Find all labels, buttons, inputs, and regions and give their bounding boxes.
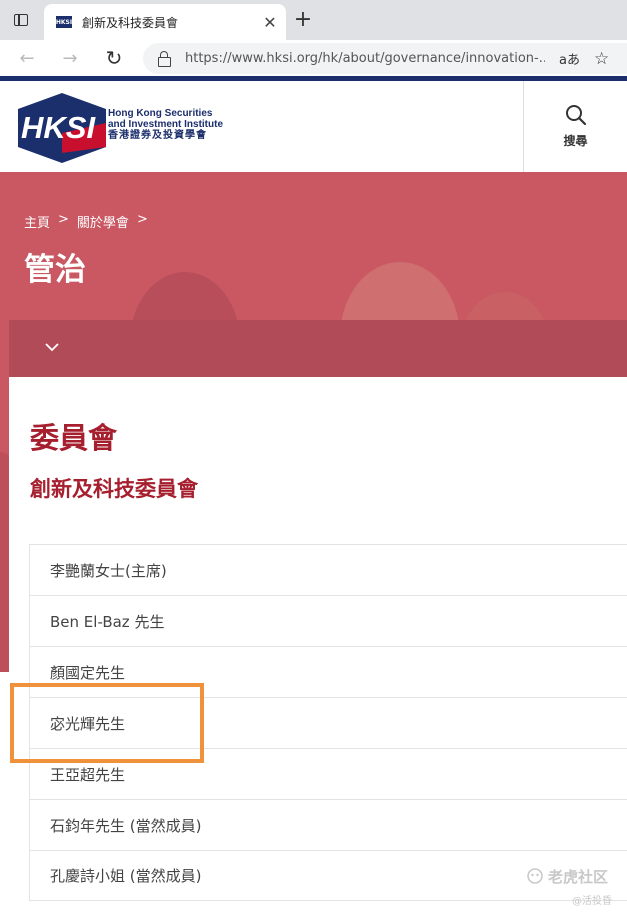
search-label: 搜尋 [563, 134, 588, 148]
logo-text: Hong Kong Securities and Investment Inst… [108, 108, 223, 142]
sub-nav-toggle[interactable] [9, 320, 627, 377]
back-arrow-icon[interactable]: ← [14, 46, 40, 70]
member-item: 李艷蘭女士(主席) [29, 544, 627, 595]
watermark-main: 老虎社区 [548, 868, 609, 886]
logo-name-zh: 香港證券及投資學會 [108, 130, 207, 141]
watermark: 老虎社区 @活投昏 [526, 866, 622, 910]
site-header: HKSI Hong Kong Securities and Investment… [0, 81, 627, 172]
tiger-logo-icon [527, 868, 543, 884]
chevron-down-icon [45, 343, 59, 352]
content-card: 委員會 創新及科技委員會 李艷蘭女士(主席) Ben El-Baz 先生 顏國定… [9, 377, 627, 914]
search-button[interactable]: 搜尋 [523, 81, 627, 172]
breadcrumb-separator: > [58, 212, 69, 227]
hksi-logo[interactable]: HKSI Hong Kong Securities and Investment… [18, 93, 238, 163]
logo-name-en-2: and Investment Institute [108, 119, 224, 130]
breadcrumb: 主頁 > 關於學會 > [24, 212, 148, 231]
member-item: Ben El-Baz 先生 [29, 595, 627, 646]
new-tab-button[interactable]: + [292, 9, 314, 31]
page-title: 管治 [24, 252, 86, 288]
logo-mark-text: HKSI [21, 110, 96, 145]
hksi-favicon-icon: HKSI [56, 16, 72, 28]
breadcrumb-separator: > [136, 212, 148, 227]
breadcrumb-about[interactable]: 關於學會 [77, 212, 129, 231]
reload-icon[interactable]: ↻ [101, 46, 127, 70]
breadcrumb-home[interactable]: 主頁 [24, 212, 50, 231]
search-icon [565, 105, 586, 126]
close-tab-icon[interactable]: ✕ [260, 12, 280, 32]
lock-icon[interactable] [157, 50, 171, 67]
url-text[interactable]: https://www.hksi.org/hk/about/governance… [185, 51, 545, 66]
section-title: 委員會 [30, 421, 118, 455]
read-aloud-icon[interactable]: aあ [559, 49, 580, 68]
browser-tab-bar: HKSI 創新及科技委員會 ✕ + [0, 0, 627, 40]
hksi-logo-mark-icon: HKSI [18, 93, 106, 163]
highlight-annotation [10, 683, 204, 763]
browser-tab[interactable]: HKSI 創新及科技委員會 ✕ [44, 4, 286, 40]
browser-toolbar: ← → ↻ https://www.hksi.org/hk/about/gove… [0, 40, 627, 76]
logo-name-en-1: Hong Kong Securities [108, 108, 213, 119]
member-item: 石鈞年先生 (當然成員) [29, 799, 627, 850]
forward-arrow-icon[interactable]: → [57, 46, 83, 70]
tab-title: 創新及科技委員會 [82, 15, 179, 30]
watermark-sub: @活投昏 [572, 896, 612, 907]
add-favorite-icon[interactable]: ☆ [594, 49, 609, 69]
tab-actions-icon[interactable] [10, 10, 32, 30]
committee-title: 創新及科技委員會 [30, 477, 198, 501]
address-bar[interactable]: https://www.hksi.org/hk/about/governance… [143, 43, 627, 74]
